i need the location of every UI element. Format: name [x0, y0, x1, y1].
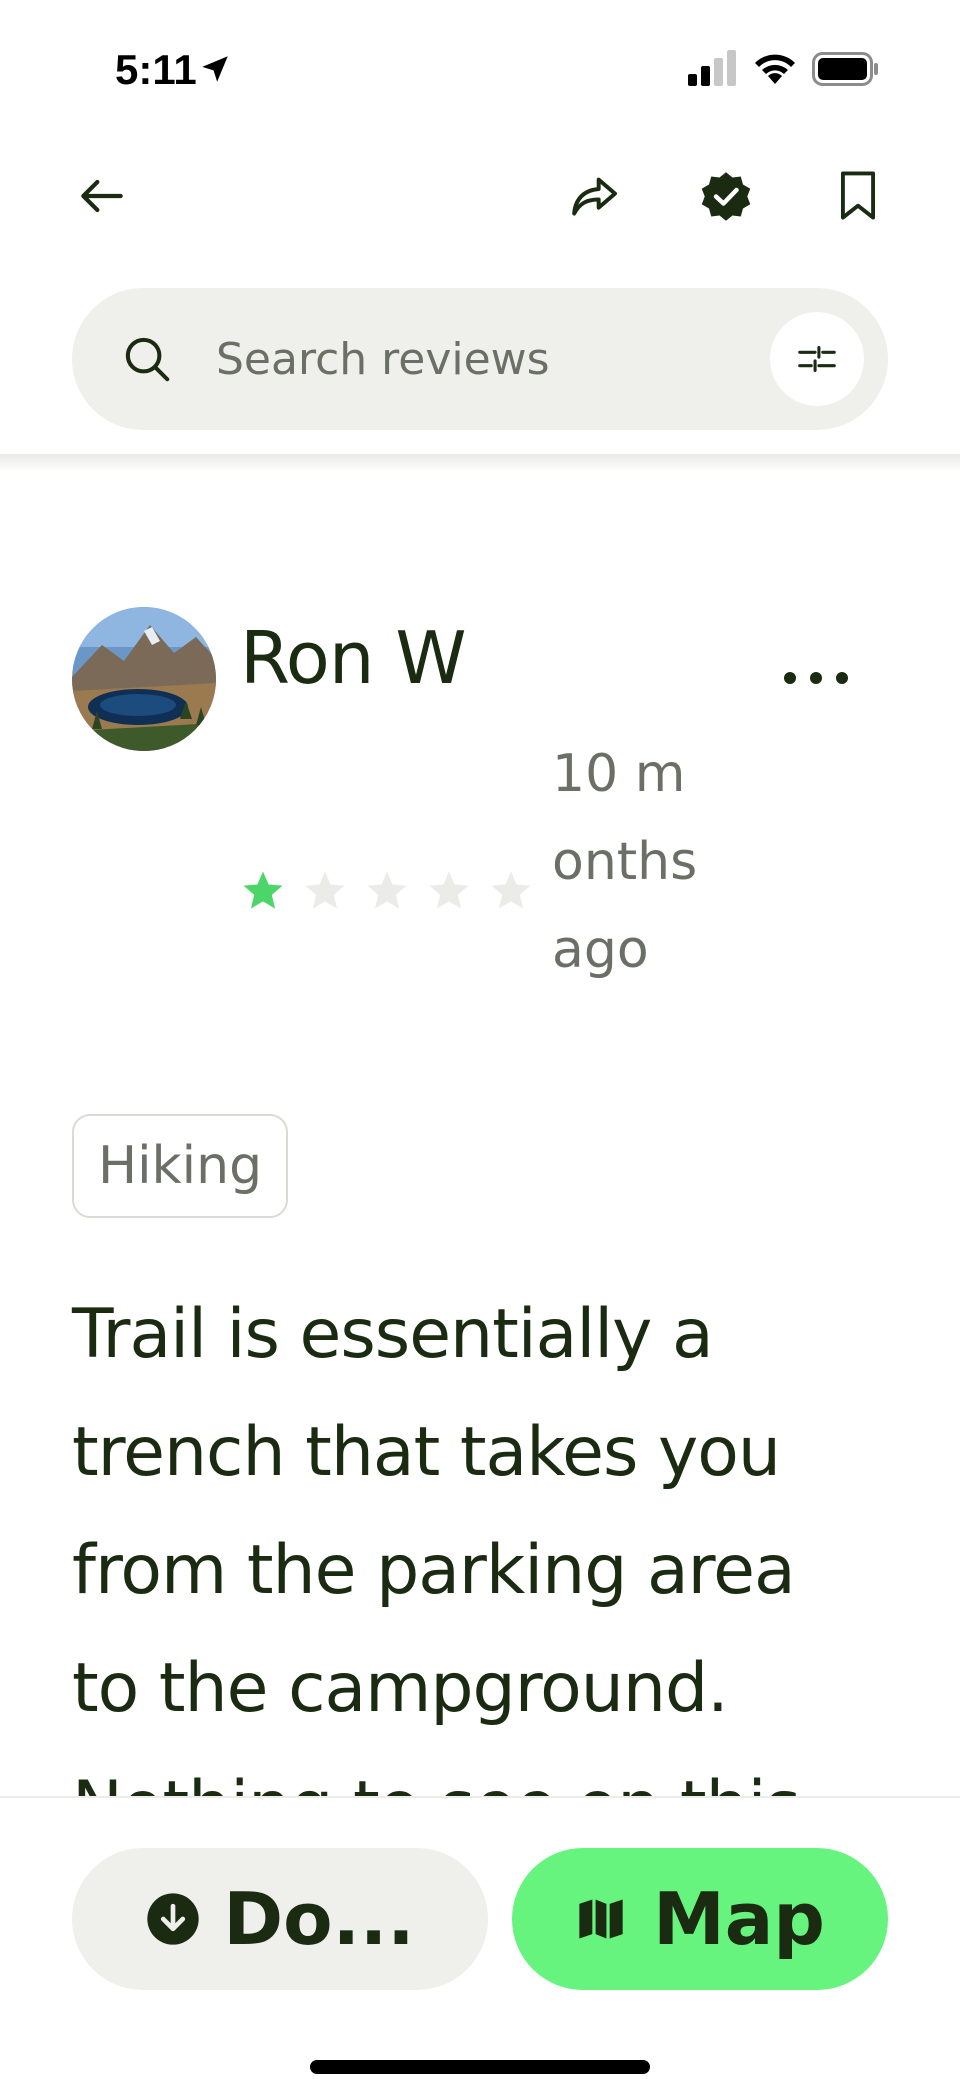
status-bar: 5:11: [0, 0, 960, 130]
sliders-icon: [798, 345, 836, 373]
more-options-button[interactable]: [770, 640, 862, 716]
bottom-action-bar: Do... Map: [0, 1796, 960, 2079]
star-empty-icon: [305, 871, 345, 909]
star-empty-icon: [367, 871, 407, 909]
activity-tag: Hiking: [72, 1114, 289, 1218]
location-arrow-icon: [202, 56, 228, 82]
search-input[interactable]: [216, 318, 676, 400]
review-body-container: Trail is essentially a trench that takes…: [0, 1260, 960, 1800]
star-filled-icon: [243, 871, 283, 909]
more-dot: [836, 672, 848, 684]
map-button[interactable]: Map: [512, 1848, 888, 1990]
review-text: Trail is essentially a trench that takes…: [72, 1295, 801, 1800]
search-bar: [72, 288, 888, 430]
avatar[interactable]: [72, 607, 216, 751]
avatar-landscape-image: [72, 607, 216, 751]
completed-button[interactable]: [690, 160, 762, 232]
arrow-left-icon: [81, 179, 123, 213]
rating-stars: [240, 868, 534, 914]
bookmark-icon: [840, 171, 876, 220]
more-dot: [784, 672, 796, 684]
battery-icon: [812, 52, 878, 86]
wifi-icon: [755, 54, 795, 84]
status-time: 5:11: [115, 46, 197, 93]
star-empty-icon: [491, 871, 531, 909]
verified-badge-icon: [701, 172, 751, 221]
search-icon: [125, 337, 170, 382]
share-icon: [572, 177, 617, 216]
map-icon: [579, 1899, 623, 1939]
star-empty-icon: [429, 871, 469, 909]
download-label: Do...: [223, 1877, 415, 1961]
more-dot: [810, 672, 822, 684]
home-indicator: [310, 2060, 650, 2074]
bookmark-button[interactable]: [822, 160, 894, 232]
map-label: Map: [653, 1877, 825, 1961]
cellular-signal-icon: [688, 50, 736, 86]
share-button[interactable]: [558, 160, 630, 232]
back-button[interactable]: [66, 160, 138, 232]
reviewer-name[interactable]: Ron W: [240, 616, 467, 700]
download-icon: [147, 1893, 200, 1945]
filter-button[interactable]: [770, 312, 864, 406]
header-divider: [0, 454, 960, 472]
review-age: 10 months ago: [552, 744, 698, 980]
download-button[interactable]: Do...: [72, 1848, 488, 1990]
